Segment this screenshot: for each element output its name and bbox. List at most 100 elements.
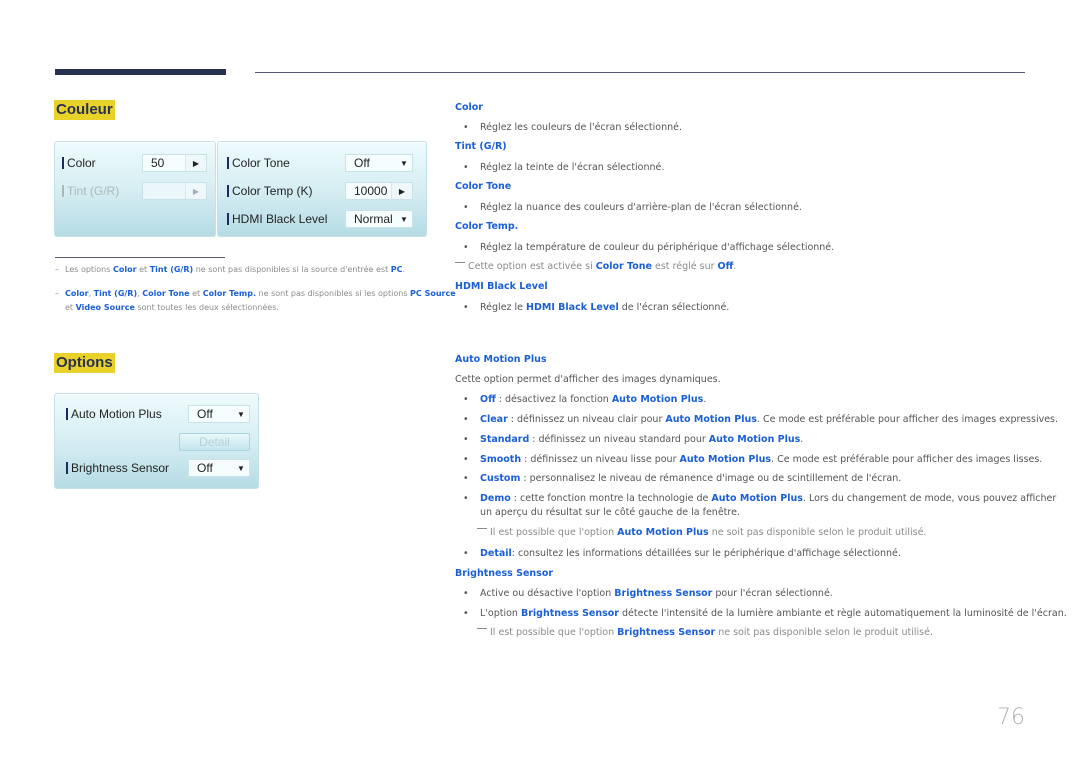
color-tone-select[interactable]: Off ▼ (345, 154, 413, 172)
hdmi-label: HDMI Black Level (232, 212, 328, 226)
heading-brightness: Brightness Sensor (455, 568, 554, 579)
label-bar (62, 185, 64, 197)
color-temp-value: 10000 (354, 184, 388, 198)
label-bar (227, 157, 229, 169)
note-brightness: Il est possible que l'option Brightness … (477, 627, 933, 638)
note-text: ne soit pas disponible selon le produit … (708, 527, 927, 538)
bullet-icon: • (463, 414, 469, 425)
bullet-icon: • (463, 493, 469, 504)
note-auto-motion: Il est possible que l'option Auto Motion… (477, 527, 926, 538)
bullet-brightness-1: • Active ou désactive l'option Brightness… (463, 587, 833, 601)
header-bar-thick (55, 69, 226, 75)
section-title-couleur: Couleur (54, 100, 115, 120)
note-keyword: Color Tone (595, 261, 652, 272)
bullet-amp-off: • Off : désactivez la fonction Auto Motio… (463, 393, 706, 407)
auto-motion-label: Auto Motion Plus (71, 407, 162, 421)
bullet-icon: • (463, 434, 469, 445)
note-keyword: Color Temp. (202, 289, 256, 298)
bullet-text: Réglez les couleurs de l'écran sélection… (480, 122, 682, 133)
note-keyword: Color (112, 265, 137, 274)
bullet-text: : définissez un niveau lisse pour (521, 454, 680, 465)
auto-motion-row: Auto Motion Plus (66, 407, 162, 421)
arrow-right-icon[interactable]: ▶ (185, 155, 206, 171)
note-keyword: Brightness Sensor (617, 627, 716, 638)
color-tone-label: Color Tone (232, 156, 290, 170)
note-text: ne sont pas disponibles si les options (256, 289, 411, 298)
hdmi-row: HDMI Black Level (227, 212, 327, 226)
bullet-keyword: Off (480, 394, 496, 405)
bullet-keyword: Auto Motion Plus (711, 493, 803, 504)
chevron-down-icon[interactable]: ▼ (233, 410, 249, 419)
bullet-icon: • (463, 608, 469, 619)
bullet-keyword: Auto Motion Plus (665, 414, 757, 425)
heading-color: Color (455, 102, 483, 113)
bullet-text: Réglez la température de couleur du péri… (480, 242, 835, 253)
chevron-down-icon[interactable]: ▼ (233, 464, 249, 473)
label-bar (62, 157, 64, 169)
color-temp-field[interactable]: 10000 ▶ (345, 182, 413, 200)
note-text: et (65, 303, 76, 312)
bullet-icon: • (463, 588, 469, 599)
bullet-text: : cette fonction montre la technologie d… (510, 493, 712, 504)
color-tone-value: Off (354, 156, 370, 170)
note-text: et (136, 265, 150, 274)
bullet-amp-clear: • Clear : définissez un niveau clair pour… (463, 413, 1058, 427)
bullet-icon: • (463, 394, 469, 405)
bullet-keyword: Smooth (480, 454, 522, 465)
heading-tint: Tint (G/R) (455, 141, 507, 152)
heading-color-tone: Color Tone (455, 181, 512, 192)
bullet-keyword: Brightness Sensor (614, 588, 713, 599)
bullet-keyword: Auto Motion Plus (708, 434, 801, 445)
bullet-icon: • (463, 122, 469, 133)
bullet-icon: • (463, 242, 469, 253)
color-tone-row: Color Tone (227, 156, 290, 170)
auto-motion-select[interactable]: Off ▼ (188, 405, 250, 423)
label-bar (66, 462, 68, 474)
bullet-keyword: Brightness Sensor (520, 608, 619, 619)
detail-button[interactable]: Detail (179, 433, 250, 451)
bullet-icon: • (463, 454, 469, 465)
heading-color-temp: Color Temp. (455, 221, 519, 232)
bullet-text: . Ce mode est préférable pour afficher d… (771, 454, 1043, 465)
bullet-text: de l'écran sélectionné. (618, 302, 730, 313)
bullet-keyword: Custom (480, 473, 521, 484)
arrow-right-icon[interactable]: ▶ (391, 183, 412, 199)
label-bar (66, 408, 68, 420)
color-label: Color (67, 156, 96, 170)
bullet-text: L'option (480, 608, 521, 619)
bullet-text: : personnalisez le niveau de rémanence d… (520, 473, 902, 484)
color-value-field[interactable]: 50 ▶ (142, 154, 207, 172)
bullet-text: un aperçu du résultat sur le côté gauche… (480, 507, 740, 518)
chevron-down-icon[interactable]: ▼ (396, 159, 412, 168)
arrow-right-icon: ▶ (185, 183, 206, 199)
bullet-detail: • Detail: consultez les informations déta… (463, 547, 901, 561)
bullet-keyword: Clear (480, 414, 508, 425)
chevron-down-icon[interactable]: ▼ (396, 215, 412, 224)
note-keyword: Color (65, 289, 89, 298)
bullet-keyword: Detail (480, 548, 512, 559)
label-bar (227, 213, 229, 225)
bullet-color-tone: • Réglez la nuance des couleurs d'arrière… (463, 201, 802, 215)
hdmi-select[interactable]: Normal ▼ (345, 210, 413, 228)
bullet-tint: • Réglez la teinte de l'écran sélectionné… (463, 161, 665, 175)
note-keyword: PC (390, 265, 403, 274)
bullet-amp-standard: • Standard : définissez un niveau standar… (463, 433, 803, 447)
brightness-select[interactable]: Off ▼ (188, 459, 250, 477)
page-number: 76 (997, 705, 1025, 730)
note-text: sont toutes les deux sélectionnées. (134, 303, 279, 312)
bullet-color: • Réglez les couleurs de l'écran sélectio… (463, 121, 682, 135)
note-icon (477, 628, 487, 629)
color-temp-label: Color Temp (K) (232, 184, 313, 198)
bullet-keyword: Auto Motion Plus (611, 394, 704, 405)
note-text: . (402, 265, 406, 274)
auto-motion-value: Off (197, 407, 213, 421)
note-keyword: Auto Motion Plus (617, 527, 709, 538)
bullet-text: Réglez la teinte de l'écran sélectionné. (480, 162, 665, 173)
note-text: Il est possible que l'option (490, 527, 618, 538)
color-right-panel: Color Tone Off ▼ Color Temp (K) 10000 ▶ … (217, 141, 427, 237)
dash-icon: – (55, 265, 59, 274)
bullet-text: : définissez un niveau clair pour (507, 414, 666, 425)
bullet-text: Réglez le (480, 302, 527, 313)
note-text: . (733, 261, 737, 272)
brightness-value: Off (197, 461, 213, 475)
